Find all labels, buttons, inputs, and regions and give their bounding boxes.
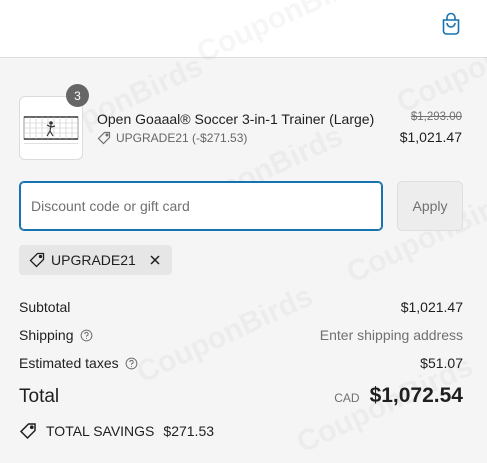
product-price: $1,021.47	[399, 129, 462, 145]
total-label: Total	[19, 386, 60, 407]
currency-code: CAD	[334, 391, 360, 405]
tag-icon	[97, 131, 111, 145]
subtotal-row: Subtotal $1,021.47	[19, 299, 463, 315]
subtotal-label: Subtotal	[19, 299, 71, 315]
taxes-value: $51.07	[420, 355, 463, 371]
remove-discount-icon[interactable]	[148, 253, 162, 267]
product-name: Open Goaaal® Soccer 3-in-1 Trainer (Larg…	[97, 111, 375, 127]
shipping-row: Shipping Enter shipping address	[19, 327, 463, 343]
total-row: Total CAD $1,072.54	[19, 384, 463, 408]
original-price: $1,293.00	[410, 111, 462, 123]
discount-code-input[interactable]	[19, 181, 383, 231]
taxes-row: Estimated taxes $51.07	[19, 355, 463, 371]
applied-discount-chip: UPGRADE21	[19, 245, 172, 275]
order-summary: CouponBirds CouponBirds CouponBirds Coup…	[0, 58, 487, 463]
total-value: $1,072.54	[369, 384, 463, 407]
subtotal-value: $1,021.47	[400, 299, 463, 315]
product-discount-label: UPGRADE21 (-$271.53)	[116, 131, 248, 145]
savings-value: $271.53	[163, 423, 215, 439]
shipping-label: Shipping	[19, 327, 74, 343]
tag-icon	[29, 252, 45, 268]
help-icon[interactable]	[80, 329, 93, 342]
product-discount: UPGRADE21 (-$271.53)	[97, 131, 247, 145]
shopping-bag-icon[interactable]	[440, 12, 462, 36]
quantity-badge: 3	[66, 84, 89, 107]
taxes-label: Estimated taxes	[19, 355, 119, 371]
shipping-value: Enter shipping address	[319, 327, 463, 343]
apply-discount-button[interactable]: Apply	[397, 181, 463, 231]
help-icon[interactable]	[125, 357, 138, 370]
total-savings: TOTAL SAVINGS $271.53	[19, 422, 214, 440]
applied-discount-code: UPGRADE21	[51, 252, 136, 268]
tag-icon	[19, 423, 36, 440]
savings-label: TOTAL SAVINGS	[46, 423, 155, 439]
checkout-header	[0, 0, 487, 58]
